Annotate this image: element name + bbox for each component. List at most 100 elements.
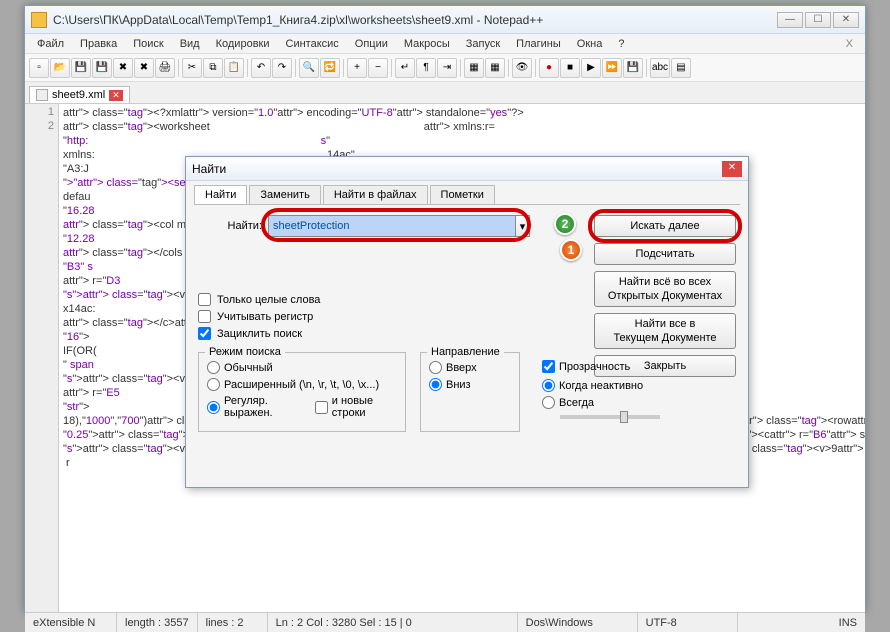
hidelines-icon[interactable]: 👁: [512, 58, 532, 78]
notepadpp-window: C:\Users\ПК\AppData\Local\Temp\Temp1_Кни…: [24, 5, 866, 612]
match-case-checkbox[interactable]: [198, 310, 211, 323]
separator: [535, 59, 536, 77]
mode-regex-label: Регуляр. выражен.: [224, 395, 304, 419]
find-next-label: Искать далее: [630, 220, 699, 232]
mode-extended-radio[interactable]: [207, 378, 220, 391]
find-all-current-doc-button[interactable]: Найти все в Текущем Документе: [594, 313, 736, 349]
btn-line2: Текущем Документе: [595, 331, 735, 345]
find-next-button[interactable]: Искать далее: [594, 215, 736, 237]
record-icon[interactable]: ●: [539, 58, 559, 78]
transparency-checkbox[interactable]: [542, 360, 555, 373]
dir-up-radio[interactable]: [429, 361, 442, 374]
trans-always-radio[interactable]: [542, 396, 555, 409]
new-file-icon[interactable]: ▫: [29, 58, 49, 78]
zoomin-icon[interactable]: +: [347, 58, 367, 78]
wrap-around-checkbox[interactable]: [198, 327, 211, 340]
menu-plugins[interactable]: Плагины: [510, 36, 567, 52]
transparency-slider[interactable]: [560, 415, 660, 419]
open-file-icon[interactable]: 📂: [50, 58, 70, 78]
search-mode-legend: Режим поиска: [205, 346, 285, 358]
save-icon[interactable]: 💾: [71, 58, 91, 78]
mode-regex-radio[interactable]: [207, 401, 220, 414]
stop-icon[interactable]: ■: [560, 58, 580, 78]
menu-settings[interactable]: Опции: [349, 36, 394, 52]
dir-down[interactable]: Вниз: [429, 378, 511, 391]
statusbar: eXtensible N length : 3557 lines : 2 Ln …: [25, 612, 865, 632]
menu-macro[interactable]: Макросы: [398, 36, 456, 52]
trans-always[interactable]: Всегда: [542, 396, 672, 409]
find-dialog-close-icon[interactable]: ✕: [722, 161, 742, 177]
paste-icon[interactable]: 📋: [224, 58, 244, 78]
tab-findinfiles[interactable]: Найти в файлах: [323, 185, 428, 204]
find-icon[interactable]: 🔍: [299, 58, 319, 78]
cut-icon[interactable]: ✂: [182, 58, 202, 78]
docmap-icon[interactable]: ▤: [671, 58, 691, 78]
trans-inactive[interactable]: Когда неактивно: [542, 379, 672, 392]
copy-icon[interactable]: ⧉: [203, 58, 223, 78]
menu-syntax[interactable]: Синтаксис: [280, 36, 345, 52]
play-icon[interactable]: ▶: [581, 58, 601, 78]
closefile-icon[interactable]: ✖: [113, 58, 133, 78]
closeall-icon[interactable]: ✖: [134, 58, 154, 78]
unfold-icon[interactable]: ▦: [485, 58, 505, 78]
status-position: Ln : 2 Col : 3280 Sel : 15 | 0: [268, 613, 518, 632]
window-title: C:\Users\ПК\AppData\Local\Temp\Temp1_Кни…: [53, 13, 777, 27]
annotation-badge-1: 1: [560, 239, 582, 261]
minimize-button[interactable]: —: [777, 12, 803, 28]
file-tab-close[interactable]: ✕: [109, 90, 123, 101]
find-history-dropdown[interactable]: ▾: [516, 215, 530, 237]
count-button[interactable]: Подсчитать: [594, 243, 736, 265]
fold-icon[interactable]: ▦: [464, 58, 484, 78]
menu-file[interactable]: Файл: [31, 36, 70, 52]
menu-view[interactable]: Вид: [174, 36, 206, 52]
wrap-around-label: Зациклить поиск: [217, 328, 302, 340]
mode-normal-label: Обычный: [224, 362, 273, 374]
close-button[interactable]: ✕: [833, 12, 859, 28]
transparency-check[interactable]: Прозрачность: [542, 360, 672, 373]
allchars-icon[interactable]: ¶: [416, 58, 436, 78]
file-tab-icon: [36, 89, 48, 101]
zoomout-icon[interactable]: −: [368, 58, 388, 78]
print-icon[interactable]: 🖨: [155, 58, 175, 78]
undo-icon[interactable]: ↶: [251, 58, 271, 78]
doc-close-button[interactable]: X: [840, 38, 859, 50]
tab-replace[interactable]: Заменить: [249, 185, 320, 204]
playmulti-icon[interactable]: ⏩: [602, 58, 622, 78]
savemacro-icon[interactable]: 💾: [623, 58, 643, 78]
tab-find[interactable]: Найти: [194, 185, 247, 204]
saveall-icon[interactable]: 💾: [92, 58, 112, 78]
dir-down-radio[interactable]: [429, 378, 442, 391]
menu-edit[interactable]: Правка: [74, 36, 123, 52]
find-groups: Режим поиска Обычный Расширенный (\n, \r…: [198, 352, 736, 432]
redo-icon[interactable]: ↷: [272, 58, 292, 78]
status-encoding: UTF-8: [638, 613, 738, 632]
mode-regex[interactable]: Регуляр. выражен. и новые строки: [207, 395, 397, 419]
wordwrap-icon[interactable]: ↵: [395, 58, 415, 78]
menu-search[interactable]: Поиск: [127, 36, 169, 52]
mode-normal[interactable]: Обычный: [207, 361, 397, 374]
maximize-button[interactable]: ☐: [805, 12, 831, 28]
menu-encoding[interactable]: Кодировки: [210, 36, 276, 52]
indent-icon[interactable]: ⇥: [437, 58, 457, 78]
whole-word-label: Только целые слова: [217, 294, 320, 306]
file-tab-sheet9[interactable]: sheet9.xml ✕: [29, 86, 130, 103]
mode-normal-radio[interactable]: [207, 361, 220, 374]
line-number: 1: [25, 106, 54, 120]
dot-newline-checkbox[interactable]: [315, 401, 328, 414]
find-input[interactable]: [268, 215, 516, 237]
menu-help[interactable]: ?: [612, 36, 630, 52]
toolbar: ▫ 📂 💾 💾 ✖ ✖ 🖨 ✂ ⧉ 📋 ↶ ↷ 🔍 🔁 + − ↵ ¶ ⇥ ▦ …: [25, 54, 865, 82]
menu-window[interactable]: Окна: [571, 36, 609, 52]
btn-line1: Найти всё во всех: [595, 275, 735, 289]
tab-mark[interactable]: Пометки: [430, 185, 495, 204]
dir-up[interactable]: Вверх: [429, 361, 511, 374]
menu-run[interactable]: Запуск: [460, 36, 506, 52]
replace-icon[interactable]: 🔁: [320, 58, 340, 78]
find-all-open-docs-button[interactable]: Найти всё во всех Открытых Документах: [594, 271, 736, 307]
mode-extended[interactable]: Расширенный (\n, \r, \t, \0, \x...): [207, 378, 397, 391]
slider-thumb[interactable]: [620, 411, 628, 423]
trans-inactive-radio[interactable]: [542, 379, 555, 392]
spellcheck-icon[interactable]: abc: [650, 58, 670, 78]
find-dialog-title: Найти: [192, 162, 722, 176]
whole-word-checkbox[interactable]: [198, 293, 211, 306]
